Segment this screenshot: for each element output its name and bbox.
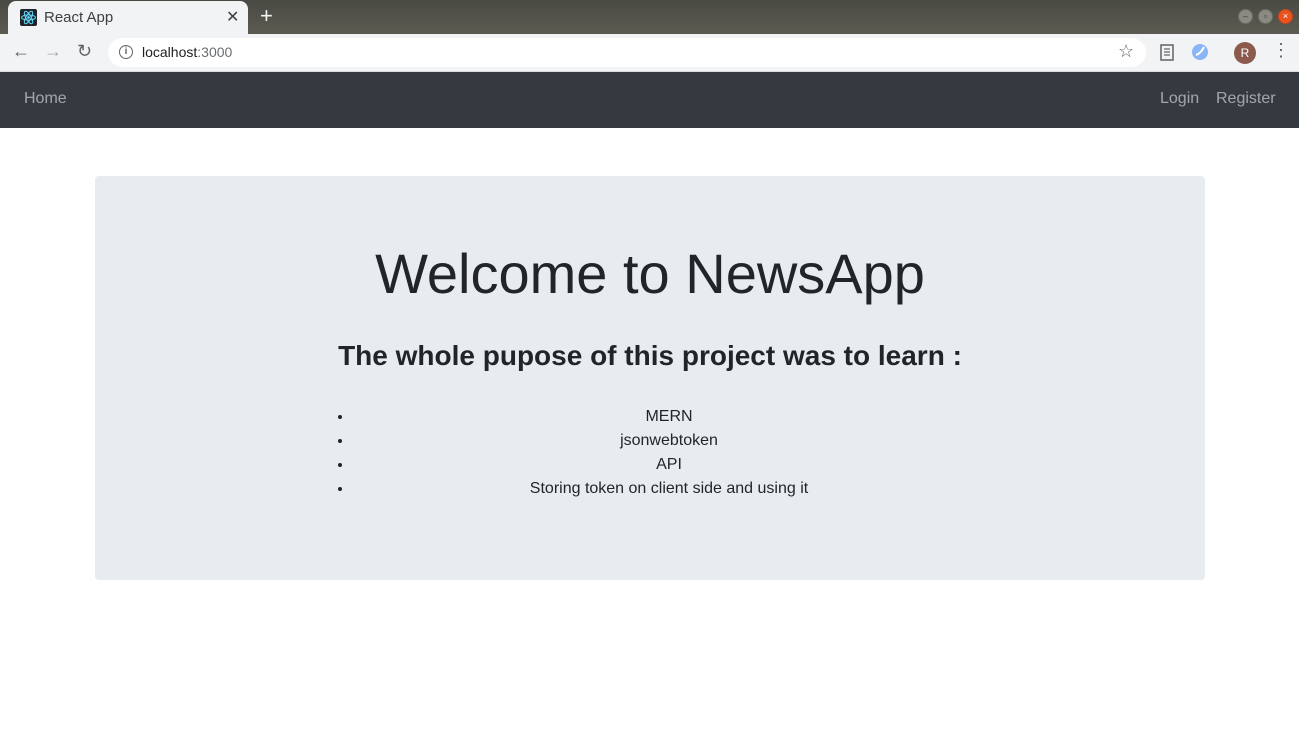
page-title: Welcome to NewsApp: [375, 242, 925, 305]
browser-menu-icon[interactable]: ⋮: [1272, 40, 1290, 61]
tab-close-icon[interactable]: ✕: [226, 7, 239, 27]
close-window-icon[interactable]: ×: [1278, 9, 1293, 24]
app-navbar: Home Login Register: [0, 72, 1299, 128]
url-text[interactable]: localhost:3000: [142, 44, 232, 60]
tab-title: React App: [44, 9, 114, 26]
reload-icon[interactable]: ↻: [77, 41, 92, 62]
minimize-icon[interactable]: –: [1238, 9, 1253, 24]
list-item: Storing token on client side and using i…: [353, 477, 985, 501]
list-item: jsonwebtoken: [353, 429, 985, 453]
bookmark-star-icon[interactable]: ☆: [1118, 41, 1134, 62]
nav-register-link[interactable]: Register: [1216, 90, 1276, 108]
welcome-jumbotron: Welcome to NewsApp The whole pupose of t…: [95, 176, 1205, 580]
browser-tab[interactable]: React App ✕: [8, 1, 248, 34]
list-item: MERN: [353, 405, 985, 429]
address-bar[interactable]: i localhost:3000 ☆: [108, 38, 1146, 67]
browser-toolbar: ← → ↻ i localhost:3000 ☆ R ⋮: [0, 34, 1299, 72]
learn-list: MERN jsonwebtoken API Storing token on c…: [353, 405, 985, 501]
nav-home-link[interactable]: Home: [24, 90, 67, 108]
nav-login-link[interactable]: Login: [1160, 90, 1199, 108]
info-icon[interactable]: i: [119, 45, 133, 59]
back-arrow-icon[interactable]: ←: [12, 41, 30, 62]
page-subtitle: The whole pupose of this project was to …: [338, 340, 962, 371]
extension-icon[interactable]: [1191, 43, 1209, 61]
url-host: localhost: [142, 44, 198, 60]
url-port: :3000: [197, 44, 233, 60]
document-extension-icon[interactable]: [1160, 44, 1174, 61]
list-item: API: [353, 453, 985, 477]
browser-titlebar: React App ✕ + – ▫ ×: [0, 0, 1299, 34]
new-tab-button[interactable]: +: [260, 4, 273, 28]
forward-arrow-icon[interactable]: →: [44, 41, 62, 62]
maximize-icon[interactable]: ▫: [1258, 9, 1273, 24]
profile-avatar[interactable]: R: [1234, 42, 1256, 64]
react-icon: [20, 9, 37, 26]
